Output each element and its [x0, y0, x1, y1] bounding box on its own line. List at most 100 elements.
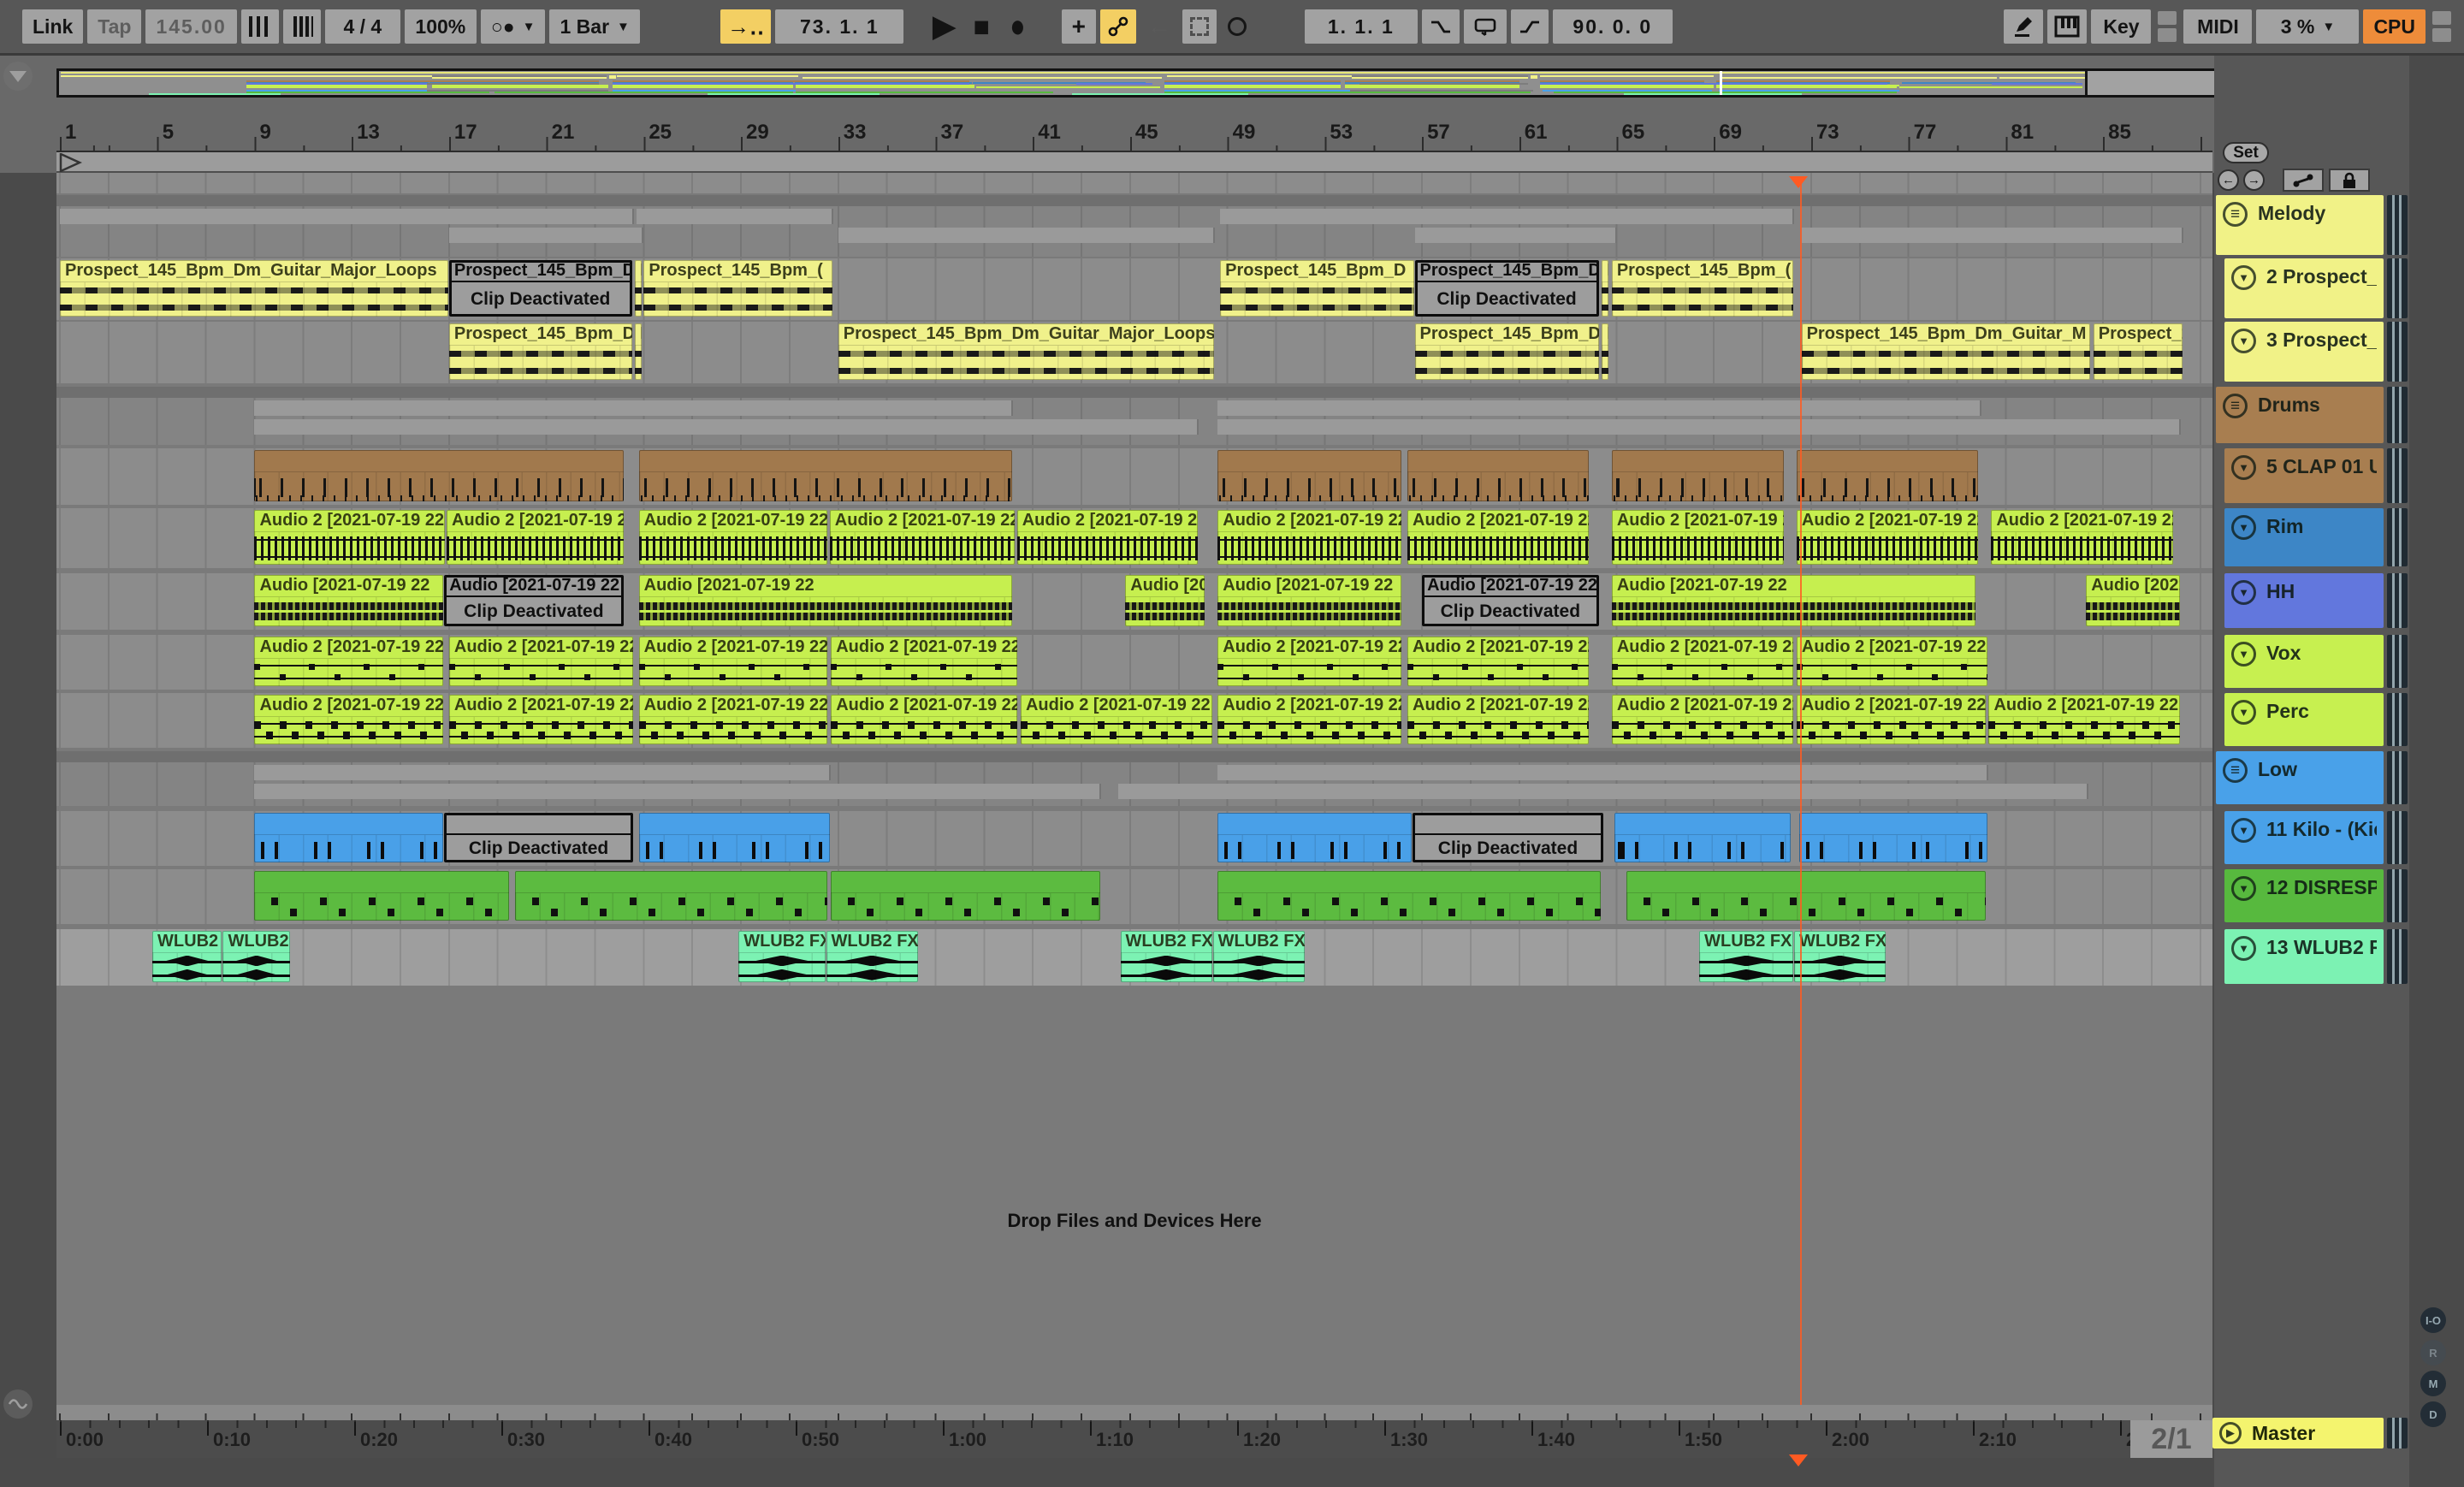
track-header-11 Kilo - (Kic[interactable]: ▼ 11 Kilo - (Kic: [2224, 811, 2384, 864]
punch-out-button[interactable]: [1510, 9, 1549, 44]
song-start-marker-icon[interactable]: [58, 153, 84, 172]
arrangement-clip[interactable]: WLUB2 FX: [222, 931, 291, 982]
metronome-button[interactable]: ○● ▼: [480, 9, 546, 44]
group-fold-icon[interactable]: ≡: [2223, 758, 2248, 783]
arrangement-clip[interactable]: [254, 450, 624, 501]
track-lane-Perc[interactable]: Audio 2 [2021-07-19 22 Audio 2 [2021-07-1…: [56, 693, 2212, 748]
group-fold-icon[interactable]: ≡: [2223, 202, 2248, 227]
track-unfold-icon[interactable]: ▼: [2231, 936, 2256, 961]
track-unfold-icon[interactable]: ▼: [2231, 642, 2256, 666]
lock-envelopes-button[interactable]: [2329, 169, 2370, 192]
draw-mode-button[interactable]: [2004, 9, 2044, 44]
loop-length-field[interactable]: 90. 0. 0: [1552, 9, 1673, 44]
track-unfold-icon[interactable]: ▼: [2231, 265, 2256, 290]
track-header-HH[interactable]: ▼ HH: [2224, 573, 2384, 628]
deactivated-clip[interactable]: Clip Deactivated: [1412, 813, 1604, 862]
track-lane-11 Kilo - (Kic[interactable]: Clip Deactivated Clip Deactivated: [56, 811, 2212, 866]
group-summary-clip[interactable]: [254, 400, 1014, 416]
arrangement-clip[interactable]: [1217, 871, 1602, 921]
deactivated-clip[interactable]: Prospect_145_Bpm_D Clip Deactivated: [448, 260, 632, 317]
stop-button[interactable]: ■: [967, 9, 997, 44]
cpu-load-meter[interactable]: 3 % ▼: [2256, 9, 2360, 44]
arrangement-clip[interactable]: P: [1602, 260, 1608, 317]
arrangement-clip[interactable]: Prospect_1: [2093, 323, 2183, 380]
arrangement-clip[interactable]: [1614, 813, 1792, 862]
group-summary-clip[interactable]: [254, 765, 832, 780]
arrangement-clip[interactable]: Audio [2021-07-19 22: [254, 575, 444, 626]
automation-arm-button[interactable]: [1099, 9, 1136, 44]
arrangement-clip[interactable]: [254, 813, 444, 862]
group-summary-clip[interactable]: [448, 228, 644, 243]
next-locator-button[interactable]: →: [2243, 169, 2265, 191]
arrangement-clip[interactable]: [1611, 450, 1784, 501]
group-summary-clip[interactable]: [1217, 400, 1981, 416]
arrangement-clip[interactable]: Prospect_145_Bpm_Dm_Guitar_M: [1801, 323, 2090, 380]
arrangement-clip[interactable]: Audio 2 [2021-07-19 22: [831, 637, 1018, 686]
track-header-3 Prospect_[interactable]: ▼ 3 Prospect_: [2224, 322, 2384, 382]
arrangement-clip[interactable]: Audio 2 [2021-07-19 22: [448, 637, 633, 686]
rail-button-R[interactable]: R: [2420, 1340, 2446, 1366]
arrangement-clip[interactable]: Audio [2021-07-19 22: [1125, 575, 1205, 626]
loop-start-field[interactable]: 1. 1. 1: [1304, 9, 1418, 44]
key-map-button[interactable]: Key: [2091, 9, 2152, 44]
track-unfold-icon[interactable]: ▼: [2231, 515, 2256, 540]
time-signature-field[interactable]: 4 / 4: [324, 9, 400, 44]
record-button[interactable]: ●: [1001, 9, 1034, 44]
arrangement-clip[interactable]: Audio 2 [2021-07-19 22: [1217, 637, 1402, 686]
playhead-marker-top[interactable]: [1789, 176, 1808, 188]
playhead-marker-bottom[interactable]: [1789, 1454, 1808, 1466]
arrangement-clip[interactable]: WLUB2 FX: [826, 931, 918, 982]
arrangement-clip[interactable]: Audio 2 [2021-07-19 22: [1796, 510, 1979, 565]
group-fold-icon[interactable]: ≡: [2223, 394, 2248, 418]
punch-in-button[interactable]: [1421, 9, 1460, 44]
arrangement-clip[interactable]: P: [635, 323, 642, 380]
arrangement-clip[interactable]: P: [1602, 323, 1608, 380]
track-header-Melody[interactable]: ≡ Melody: [2216, 195, 2384, 255]
track-header-Perc[interactable]: ▼ Perc: [2224, 693, 2384, 746]
group-summary-clip[interactable]: [60, 209, 634, 224]
arrangement-clip[interactable]: Audio [2021-07-19 22: [1611, 575, 1976, 626]
arrangement-clip[interactable]: Audio 2 [2021-07-19 22: [1217, 510, 1402, 565]
track-lane-Drums[interactable]: [56, 387, 2212, 445]
arrangement-clip[interactable]: Prospect_145_Bpm_(: [643, 260, 833, 317]
arrangement-clip[interactable]: Audio [2021-07-19 22: [1217, 575, 1402, 626]
marker-strip[interactable]: [56, 173, 2212, 193]
play-button[interactable]: ▶: [926, 9, 962, 44]
arrangement-clip[interactable]: [514, 871, 828, 921]
arrangement-clip[interactable]: Audio [2021-07-19 22: [638, 575, 1013, 626]
track-header-Drums[interactable]: ≡ Drums: [2216, 387, 2384, 443]
arrangement-clip[interactable]: Prospect_145_Bpm_(: [1611, 260, 1794, 317]
scrub-area[interactable]: [56, 151, 2212, 173]
deactivated-clip[interactable]: Audio [2021-07-19 22 Clip Deactivated: [1422, 575, 1599, 626]
arrangement-clip[interactable]: Audio 2 [2021-07-19 22: [638, 695, 828, 744]
group-summary-clip[interactable]: [254, 419, 1199, 435]
link-track-button[interactable]: [2283, 169, 2324, 192]
arrangement-clip[interactable]: WLUB2 FX (: [1120, 931, 1212, 982]
arrangement-clip[interactable]: Audio 2 [2021-07-19 22: [1407, 637, 1590, 686]
track-unfold-icon[interactable]: ▼: [2231, 818, 2256, 843]
arrangement-clip[interactable]: Prospect_145_Bpm_D: [1220, 260, 1414, 317]
track-lane-Vox[interactable]: Audio 2 [2021-07-19 22 Audio 2 [2021-07-1…: [56, 635, 2212, 690]
deactivated-clip[interactable]: Clip Deactivated: [444, 813, 633, 862]
arrangement-clip[interactable]: Audio 2 [2021-07-19 22: [1020, 695, 1212, 744]
track-unfold-icon[interactable]: ▼: [2231, 329, 2256, 353]
track-unfold-icon[interactable]: ▼: [2231, 580, 2256, 605]
deactivated-clip[interactable]: Prospect_145_Bpm_D Clip Deactivated: [1414, 260, 1599, 317]
arrangement-clip[interactable]: Audio 2 [2021-07-19 22: [447, 510, 624, 565]
arrangement-clip[interactable]: Prospect_145_Bpm_Dm_Guitar_Major_Loops: [60, 260, 448, 317]
tap-tempo-button[interactable]: Tap: [87, 9, 142, 44]
arrangement-clip[interactable]: WLUB2 FX (: [738, 931, 826, 982]
arrangement-clip[interactable]: Audio 2 [2021-07-19 22: [254, 510, 445, 565]
arrangement-clip[interactable]: Audio 2 [2021-07-19 22: [448, 695, 633, 744]
midi-map-button[interactable]: MIDI: [2183, 9, 2253, 44]
arrangement-clip[interactable]: WLUB2 FX: [1212, 931, 1305, 982]
arrangement-clip[interactable]: [1798, 813, 1988, 862]
rail-button-I-O[interactable]: I-O: [2420, 1307, 2446, 1333]
track-header-12 DISRESPE[interactable]: ▼ 12 DISRESPE: [2224, 869, 2384, 922]
track-lane-3 Prospect_[interactable]: Prospect_145_Bpm_DPProspect_145_Bpm_Dm_G…: [56, 322, 2212, 383]
deactivated-clip[interactable]: Audio [2021-07-19 22 Clip Deactivated: [444, 575, 624, 626]
arrangement-clip[interactable]: WLUB2 FX (: [152, 931, 222, 982]
arrangement-clip[interactable]: [254, 871, 509, 921]
arrangement-clip[interactable]: Audio 2 [2021-07-19 22: [1611, 510, 1784, 565]
help-toggle[interactable]: [3, 1389, 33, 1419]
